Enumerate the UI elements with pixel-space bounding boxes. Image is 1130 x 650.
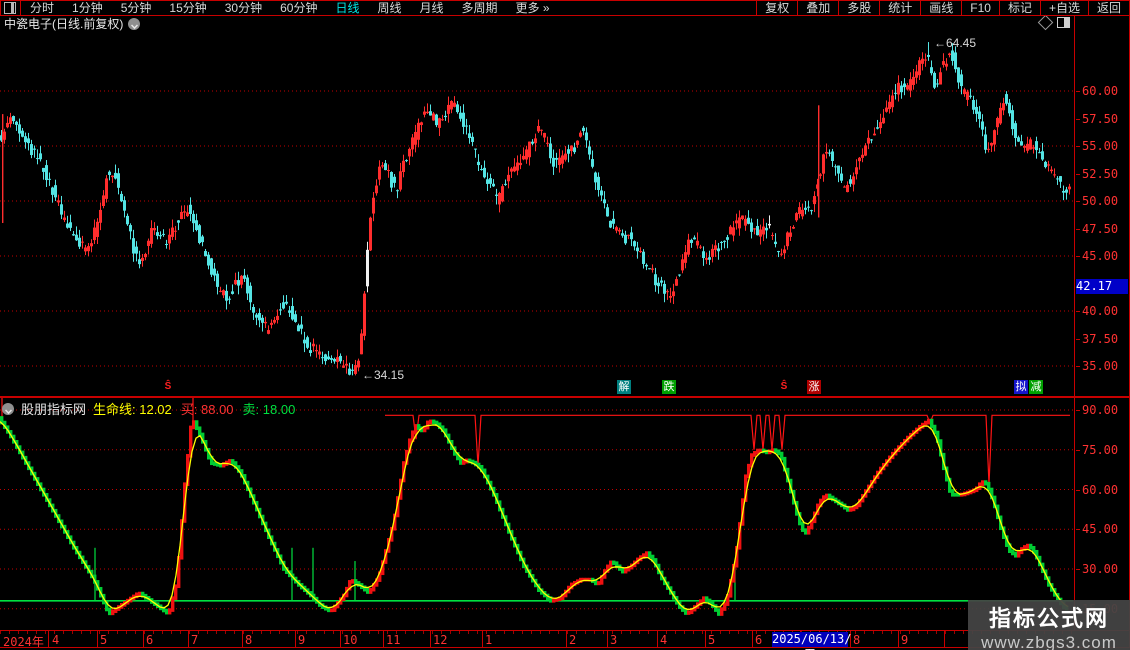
event-marker: 涨 [807, 380, 821, 394]
month-separator [898, 631, 899, 648]
bottom-border [0, 647, 1130, 648]
axis-left-border [1074, 16, 1075, 630]
month-separator [482, 631, 483, 648]
chevron-down-icon[interactable] [2, 402, 14, 415]
month-label: 12 [433, 633, 448, 647]
indicator-header: 股朋指标网 生命线: 12.02 买: 88.00 卖: 18.00 [2, 399, 295, 418]
month-separator [340, 631, 341, 648]
event-marker: Ŝ [164, 381, 172, 392]
month-separator [295, 631, 296, 648]
month-label: 9 [298, 633, 306, 647]
indicator-source-label: 股朋指标网 [21, 402, 87, 417]
indicator-value-2: 买: 88.00 [180, 402, 234, 417]
month-separator [944, 631, 945, 648]
month-separator [97, 631, 98, 648]
event-marker: 拟 [1014, 380, 1028, 394]
trading-app-window: { "toolbar": { "window_icon": "split-pan… [0, 0, 1130, 650]
month-label: 11 [386, 633, 401, 647]
month-separator [188, 631, 189, 648]
month-label: 6 [146, 633, 154, 647]
watermark: 指标公式网 www.zbgs3.com [968, 600, 1130, 650]
timeaxis-top-border [0, 630, 1130, 631]
month-separator [607, 631, 608, 648]
month-separator [566, 631, 567, 648]
month-label: 7 [191, 633, 199, 647]
month-separator [430, 631, 431, 648]
month-label: 10 [343, 633, 358, 647]
month-separator [48, 631, 49, 648]
time-axis[interactable]: 2024年456789101112123456789 2025/06/13/五 [0, 631, 1130, 650]
month-separator [242, 631, 243, 648]
month-label: 1 [485, 633, 493, 647]
month-label: 8 [853, 633, 861, 647]
month-label: 5 [708, 633, 716, 647]
month-separator [657, 631, 658, 648]
month-label: 4 [52, 633, 60, 647]
month-separator [383, 631, 384, 648]
indicator-value-1: 生命线: 12.02 [93, 402, 172, 417]
month-label: 6 [755, 633, 763, 647]
month-label: 5 [100, 633, 108, 647]
month-separator [752, 631, 753, 648]
time-axis-ticks [0, 631, 1075, 634]
last-price-tag: 42.17 [1076, 279, 1128, 295]
watermark-url: www.zbgs3.com [981, 633, 1117, 650]
month-label: 8 [245, 633, 253, 647]
event-marker: 解 [617, 380, 631, 394]
event-marker: Ŝ [780, 381, 788, 392]
selected-date-label: 2025/06/13/五 [772, 632, 852, 650]
indicator-value-3: 卖: 18.00 [242, 402, 296, 417]
month-label: 3 [610, 633, 618, 647]
price-extreme-annotation: ←64.45 [934, 36, 977, 50]
event-marker: 跌 [662, 380, 676, 394]
month-label: 2 [569, 633, 577, 647]
chart-canvas[interactable] [0, 0, 1130, 650]
panel-separator [0, 396, 1130, 398]
month-separator [143, 631, 144, 648]
month-label: 9 [901, 633, 909, 647]
event-marker: 减 [1029, 380, 1043, 394]
watermark-title: 指标公式网 [988, 606, 1109, 631]
price-extreme-annotation: ←34.15 [362, 368, 405, 382]
month-separator [705, 631, 706, 648]
month-label: 4 [660, 633, 668, 647]
